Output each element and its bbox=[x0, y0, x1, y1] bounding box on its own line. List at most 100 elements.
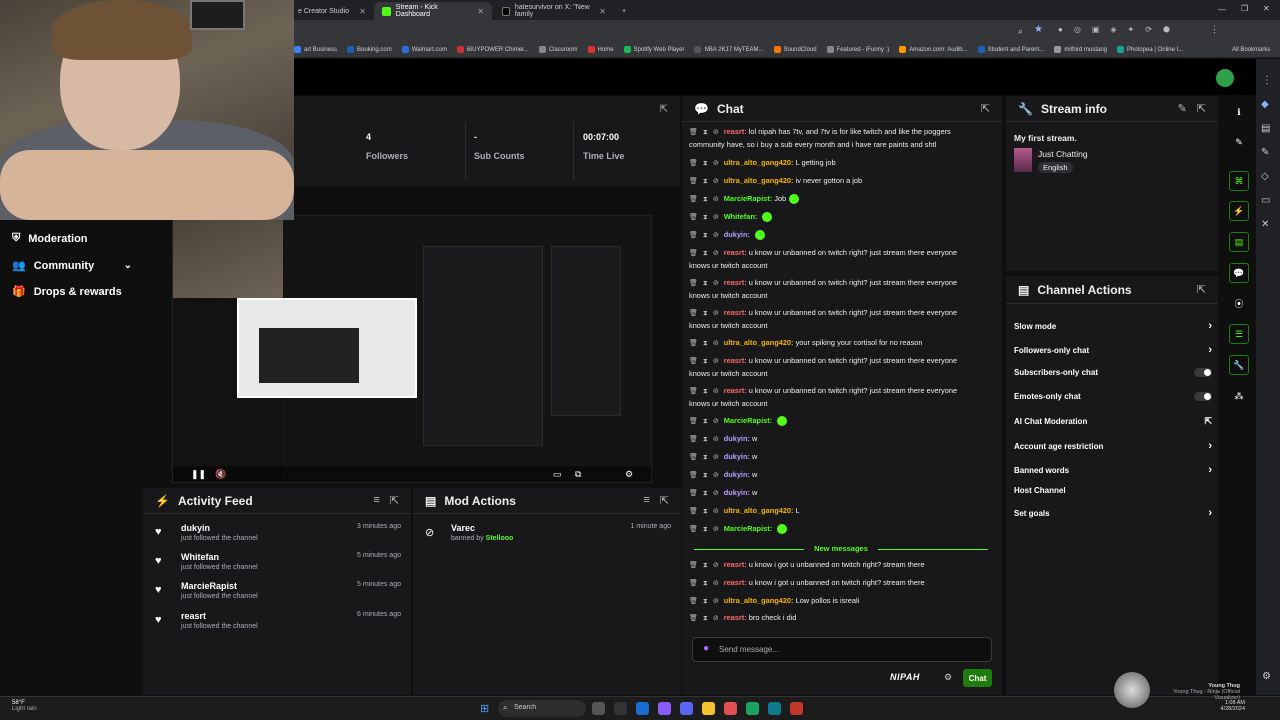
delete-icon[interactable]: 🗑 bbox=[689, 580, 698, 587]
ban-icon[interactable]: ⊘ bbox=[713, 562, 719, 569]
ban-icon[interactable]: ⊘ bbox=[713, 160, 719, 167]
extension-icon[interactable]: ⬢ bbox=[1163, 25, 1170, 34]
channel-action-item[interactable]: Host Channel bbox=[1014, 486, 1212, 495]
channel-action-item[interactable]: Followers-only chat › bbox=[1014, 344, 1212, 356]
bookmark-item[interactable]: iBUYPOWER Chimer... bbox=[456, 46, 529, 53]
bookmark-item[interactable]: art Business bbox=[294, 46, 337, 53]
chat-settings-icon[interactable]: ⚙ bbox=[944, 672, 952, 683]
timeout-icon[interactable]: ⧗ bbox=[703, 454, 708, 461]
taskbar-app-icon[interactable] bbox=[724, 702, 737, 715]
chat-username[interactable]: ultra_alto_gang420: bbox=[724, 506, 794, 515]
edit-icon[interactable]: ✎ bbox=[1178, 102, 1187, 115]
delete-icon[interactable]: 🗑 bbox=[689, 436, 698, 443]
ban-icon[interactable]: ⊘ bbox=[713, 178, 719, 185]
delete-icon[interactable]: 🗑 bbox=[689, 280, 698, 287]
chat-username[interactable]: reasrt: bbox=[724, 356, 747, 365]
zoom-icon[interactable]: ⌕ bbox=[1018, 26, 1023, 37]
filter-icon[interactable]: ≡ bbox=[643, 494, 649, 507]
send-chat-button[interactable]: Chat bbox=[963, 669, 992, 687]
channel-action-item[interactable]: Set goals › bbox=[1014, 507, 1212, 519]
taskbar-clock[interactable]: 1:08 AM 4/28/2024 bbox=[1215, 700, 1245, 712]
timeout-icon[interactable]: ⧗ bbox=[703, 280, 708, 287]
delete-icon[interactable]: 🗑 bbox=[689, 598, 698, 605]
chat-username[interactable]: ultra_alto_gang420: bbox=[724, 338, 794, 347]
timeout-icon[interactable]: ⧗ bbox=[703, 250, 708, 257]
close-window-icon[interactable]: ✕ bbox=[1263, 4, 1270, 13]
channel-action-item[interactable]: Slow mode › bbox=[1014, 320, 1212, 332]
popout-icon[interactable]: ⇱ bbox=[1197, 283, 1206, 296]
sidebar-item-drops-rewards[interactable]: 🎁 Drops & rewards bbox=[12, 285, 132, 299]
ban-icon[interactable]: ⊘ bbox=[713, 418, 719, 425]
menu-icon[interactable]: ⋮ bbox=[1262, 75, 1272, 86]
chat-username[interactable]: ultra_alto_gang420: bbox=[724, 596, 794, 605]
bookmark-item[interactable]: Featured - iFunny :) bbox=[826, 46, 889, 53]
timeout-icon[interactable]: ⧗ bbox=[703, 178, 708, 185]
activity-user[interactable]: dukyin bbox=[181, 523, 210, 533]
bookmark-item[interactable]: milford mustang bbox=[1054, 46, 1107, 53]
maximize-icon[interactable]: ❐ bbox=[1241, 4, 1248, 13]
close-icon[interactable]: ✕ bbox=[599, 7, 606, 16]
ban-icon[interactable]: ⊘ bbox=[713, 310, 719, 317]
edit-icon[interactable]: ✎ bbox=[1229, 132, 1249, 152]
timeout-icon[interactable]: ⧗ bbox=[703, 340, 708, 347]
bolt-icon[interactable]: ⚡ bbox=[1229, 201, 1249, 221]
timeout-icon[interactable]: ⧗ bbox=[703, 129, 708, 136]
delete-icon[interactable]: 🗑 bbox=[689, 472, 698, 479]
timeout-icon[interactable]: ⧗ bbox=[703, 526, 708, 533]
layout-icon[interactable]: ☰ bbox=[1229, 324, 1249, 344]
external-link-icon[interactable]: ⇱ bbox=[1204, 416, 1212, 427]
volume-icon[interactable]: 🔇 bbox=[215, 469, 226, 480]
ban-icon[interactable]: ⊘ bbox=[713, 454, 719, 461]
timeout-icon[interactable]: ⧗ bbox=[703, 598, 708, 605]
new-tab-button[interactable]: + bbox=[614, 2, 632, 20]
clip-icon[interactable]: ⌘ bbox=[1229, 171, 1249, 191]
chat-username[interactable]: reasrt: bbox=[724, 308, 747, 317]
apps-icon[interactable]: ⁂ bbox=[1229, 386, 1249, 406]
ban-icon[interactable]: ⊘ bbox=[713, 388, 719, 395]
timeout-icon[interactable]: ⧗ bbox=[703, 418, 708, 425]
timeout-icon[interactable]: ⧗ bbox=[703, 436, 708, 443]
ban-icon[interactable]: ⊘ bbox=[713, 508, 719, 515]
ban-icon[interactable]: ⊘ bbox=[713, 615, 719, 622]
ban-icon[interactable]: ⊘ bbox=[713, 280, 719, 287]
delete-icon[interactable]: 🗑 bbox=[689, 418, 698, 425]
file-explorer-icon[interactable] bbox=[702, 702, 715, 715]
info-icon[interactable]: ℹ bbox=[1229, 102, 1249, 122]
activity-user[interactable]: reasrt bbox=[181, 611, 206, 621]
ban-icon[interactable]: ⊘ bbox=[713, 196, 719, 203]
weather-widget[interactable]: 58°F Light rain bbox=[12, 700, 37, 712]
extension-icon[interactable]: ◎ bbox=[1074, 25, 1081, 34]
chat-username[interactable]: reasrt: bbox=[724, 248, 747, 257]
ban-icon[interactable]: ⊘ bbox=[713, 340, 719, 347]
bookmark-item[interactable]: Walmart.com bbox=[401, 46, 447, 53]
delete-icon[interactable]: 🗑 bbox=[689, 250, 698, 257]
chat-icon[interactable]: 💬 bbox=[1229, 263, 1249, 283]
toggle-switch[interactable] bbox=[1194, 392, 1212, 401]
edge-icon[interactable] bbox=[636, 702, 649, 715]
ban-icon[interactable]: ⊘ bbox=[713, 250, 719, 257]
bookmark-item[interactable]: Student and Parent... bbox=[977, 46, 1044, 53]
ban-icon[interactable]: ⊘ bbox=[713, 436, 719, 443]
delete-icon[interactable]: 🗑 bbox=[689, 232, 698, 239]
windows-start-icon[interactable]: ⊞ bbox=[480, 702, 489, 715]
bookmark-item[interactable]: Amazon.com: Audib... bbox=[899, 46, 968, 53]
broadcast-icon[interactable]: ⦿ bbox=[1229, 293, 1249, 313]
toggle-switch[interactable] bbox=[1194, 368, 1212, 377]
obs-icon[interactable] bbox=[790, 702, 803, 715]
ban-icon[interactable]: ⊘ bbox=[713, 580, 719, 587]
chat-username[interactable]: reasrt: bbox=[724, 386, 747, 395]
tab-x-post[interactable]: hatesurvivor on X: "New family ✕ bbox=[494, 2, 614, 20]
user-avatar[interactable] bbox=[1216, 69, 1234, 87]
delete-icon[interactable]: 🗑 bbox=[689, 508, 698, 515]
ban-icon[interactable]: ⊘ bbox=[713, 526, 719, 533]
chat-username[interactable]: MarcieRapist: bbox=[724, 416, 772, 425]
ban-icon[interactable]: ⊘ bbox=[713, 214, 719, 221]
popout-icon[interactable]: ⇱ bbox=[660, 494, 669, 507]
sidebar-item-community[interactable]: 👥 Community ⌄ bbox=[12, 259, 132, 273]
popout-icon[interactable]: ⇱ bbox=[1197, 102, 1206, 115]
microphone-icon[interactable]: ● bbox=[703, 643, 709, 654]
side-app-icon[interactable]: ✕ bbox=[1261, 219, 1269, 230]
delete-icon[interactable]: 🗑 bbox=[689, 562, 698, 569]
channel-action-item[interactable]: Emotes-only chat bbox=[1014, 392, 1212, 401]
extension-icon[interactable]: ▣ bbox=[1092, 25, 1100, 34]
